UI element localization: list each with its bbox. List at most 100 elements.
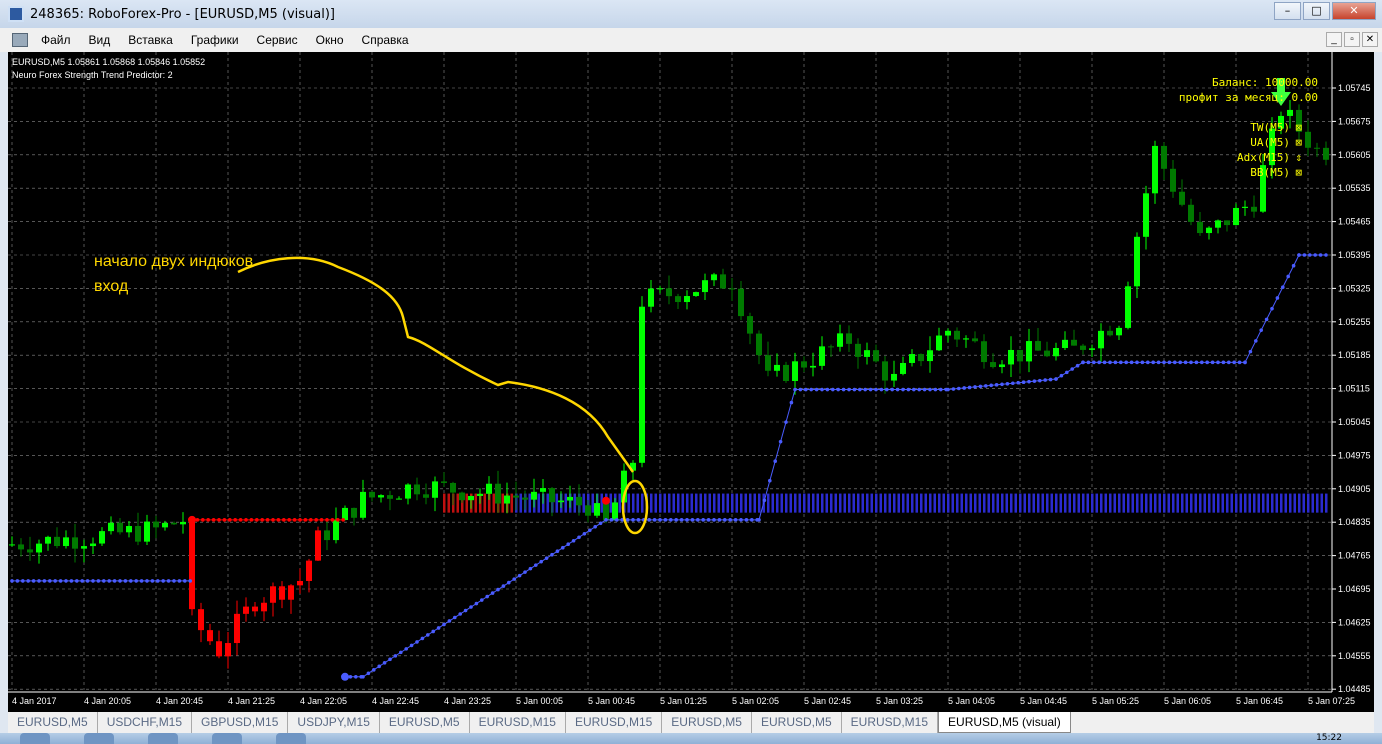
blue-stop-dot: [442, 622, 446, 627]
band-bar: [1145, 493, 1148, 513]
candle-body: [45, 536, 51, 544]
candle-body: [1170, 168, 1176, 192]
candle-body: [774, 364, 780, 371]
menu-file[interactable]: Файл: [32, 33, 80, 47]
red-stop-dot: [244, 518, 248, 522]
minimize-button[interactable]: –: [1274, 2, 1301, 20]
band-bar: [1010, 493, 1013, 513]
annotation-arrow: [237, 256, 635, 473]
taskbar-app[interactable]: [84, 733, 114, 744]
band-bar: [1068, 493, 1071, 513]
blue-stop-dot: [1059, 373, 1064, 378]
blue-stop-dot: [933, 387, 938, 392]
chart-tab[interactable]: GBPUSD,M15: [192, 712, 289, 733]
blue-stop-dot: [10, 579, 14, 583]
chart-tab[interactable]: EURUSD,M5: [8, 712, 98, 733]
start-button[interactable]: [20, 733, 50, 744]
blue-stop-dot: [31, 579, 36, 583]
red-stop-dot: [309, 518, 313, 522]
menu-tools[interactable]: Сервис: [248, 33, 307, 47]
band-bar: [992, 493, 995, 513]
menu-help[interactable]: Справка: [353, 33, 418, 47]
red-stop-dot: [222, 518, 227, 522]
band-bar: [1284, 493, 1287, 513]
blue-stop-dot: [1254, 339, 1258, 343]
blue-stop-dot: [984, 384, 988, 388]
blue-stop-dot: [366, 671, 371, 676]
band-bar: [1235, 493, 1238, 513]
band-bar: [555, 493, 558, 513]
candle-body: [468, 495, 474, 501]
time-label: 4 Jan 22:05: [300, 696, 347, 706]
blue-stop-dot: [555, 549, 560, 554]
candle-body: [1053, 348, 1059, 357]
chart-tab[interactable]: EURUSD,M15: [566, 712, 663, 733]
price-chart[interactable]: 1.05745 1.05675 1.05605 1.05535 1.05465 1.053…: [8, 52, 1374, 712]
candle-body: [540, 488, 546, 492]
chart-tab[interactable]: EURUSD,M5 (visual): [938, 712, 1071, 733]
band-bar: [1005, 493, 1008, 513]
chart-tab[interactable]: EURUSD,M5: [662, 712, 752, 733]
mdi-close-button[interactable]: ✕: [1362, 32, 1378, 47]
candle-body: [315, 530, 321, 561]
band-bar: [1055, 493, 1058, 513]
blue-stop-dot: [512, 577, 516, 581]
band-bar: [956, 493, 959, 513]
maximize-button[interactable]: □: [1303, 2, 1330, 20]
menu-charts[interactable]: Графики: [182, 33, 248, 47]
menu-window[interactable]: Окно: [307, 33, 353, 47]
band-bar: [1257, 493, 1260, 513]
blue-stop-dot: [544, 556, 549, 560]
blue-stop-dot: [809, 387, 813, 392]
candle-body: [1143, 193, 1149, 237]
chart-tab[interactable]: EURUSD,M5: [752, 712, 842, 733]
mdi-minimize-button[interactable]: _: [1326, 32, 1342, 47]
app-icon: [8, 6, 24, 22]
chart-tab[interactable]: EURUSD,M15: [842, 712, 939, 733]
band-bar: [767, 493, 770, 513]
chart-tab[interactable]: EURUSD,M15: [470, 712, 566, 733]
menu-view[interactable]: Вид: [80, 33, 120, 47]
time-label: 5 Jan 06:05: [1164, 696, 1211, 706]
chart-tab[interactable]: USDJPY,M15: [288, 712, 380, 733]
red-stop-dot: [255, 518, 259, 522]
taskbar-app[interactable]: [212, 733, 242, 744]
blue-stop-dot: [652, 518, 657, 522]
blue-stop-dot: [1297, 253, 1301, 257]
blue-stop-dot: [64, 579, 68, 583]
band-bar: [744, 493, 747, 513]
candle-body: [819, 346, 825, 366]
blue-stop-dot: [1102, 360, 1107, 365]
chart-tab[interactable]: USDCHF,M15: [98, 712, 193, 733]
blue-stop-dot: [685, 518, 689, 522]
band-bar: [933, 493, 936, 513]
price-label: 1.04485: [1338, 684, 1371, 694]
band-bar: [1091, 493, 1094, 513]
chart-window-icon[interactable]: [12, 33, 28, 47]
band-bar: [789, 493, 792, 513]
band-bar: [807, 493, 810, 513]
candle-body: [810, 365, 816, 368]
band-bar: [510, 493, 513, 513]
price-label: 1.04905: [1338, 484, 1371, 494]
taskbar-app[interactable]: [148, 733, 178, 744]
blue-stop-dot: [1151, 360, 1155, 365]
band-bar: [1217, 493, 1220, 513]
band-bar: [1050, 493, 1053, 513]
candle-body: [1080, 345, 1086, 350]
candle-body: [720, 274, 726, 289]
taskbar-app[interactable]: [276, 733, 306, 744]
candle-body: [936, 335, 942, 351]
red-stop-dot: [287, 518, 292, 522]
candle-body: [972, 338, 978, 342]
chart-tab[interactable]: EURUSD,M5: [380, 712, 470, 733]
band-bar: [852, 493, 855, 513]
blue-stop-dot: [928, 387, 932, 392]
menu-insert[interactable]: Вставка: [119, 33, 182, 47]
blue-stop-dot: [372, 668, 376, 672]
close-button[interactable]: ✕: [1332, 2, 1376, 20]
candle-body: [954, 330, 960, 340]
band-bar: [996, 493, 999, 513]
band-bar: [1289, 493, 1292, 513]
mdi-restore-button[interactable]: ▫: [1344, 32, 1360, 47]
